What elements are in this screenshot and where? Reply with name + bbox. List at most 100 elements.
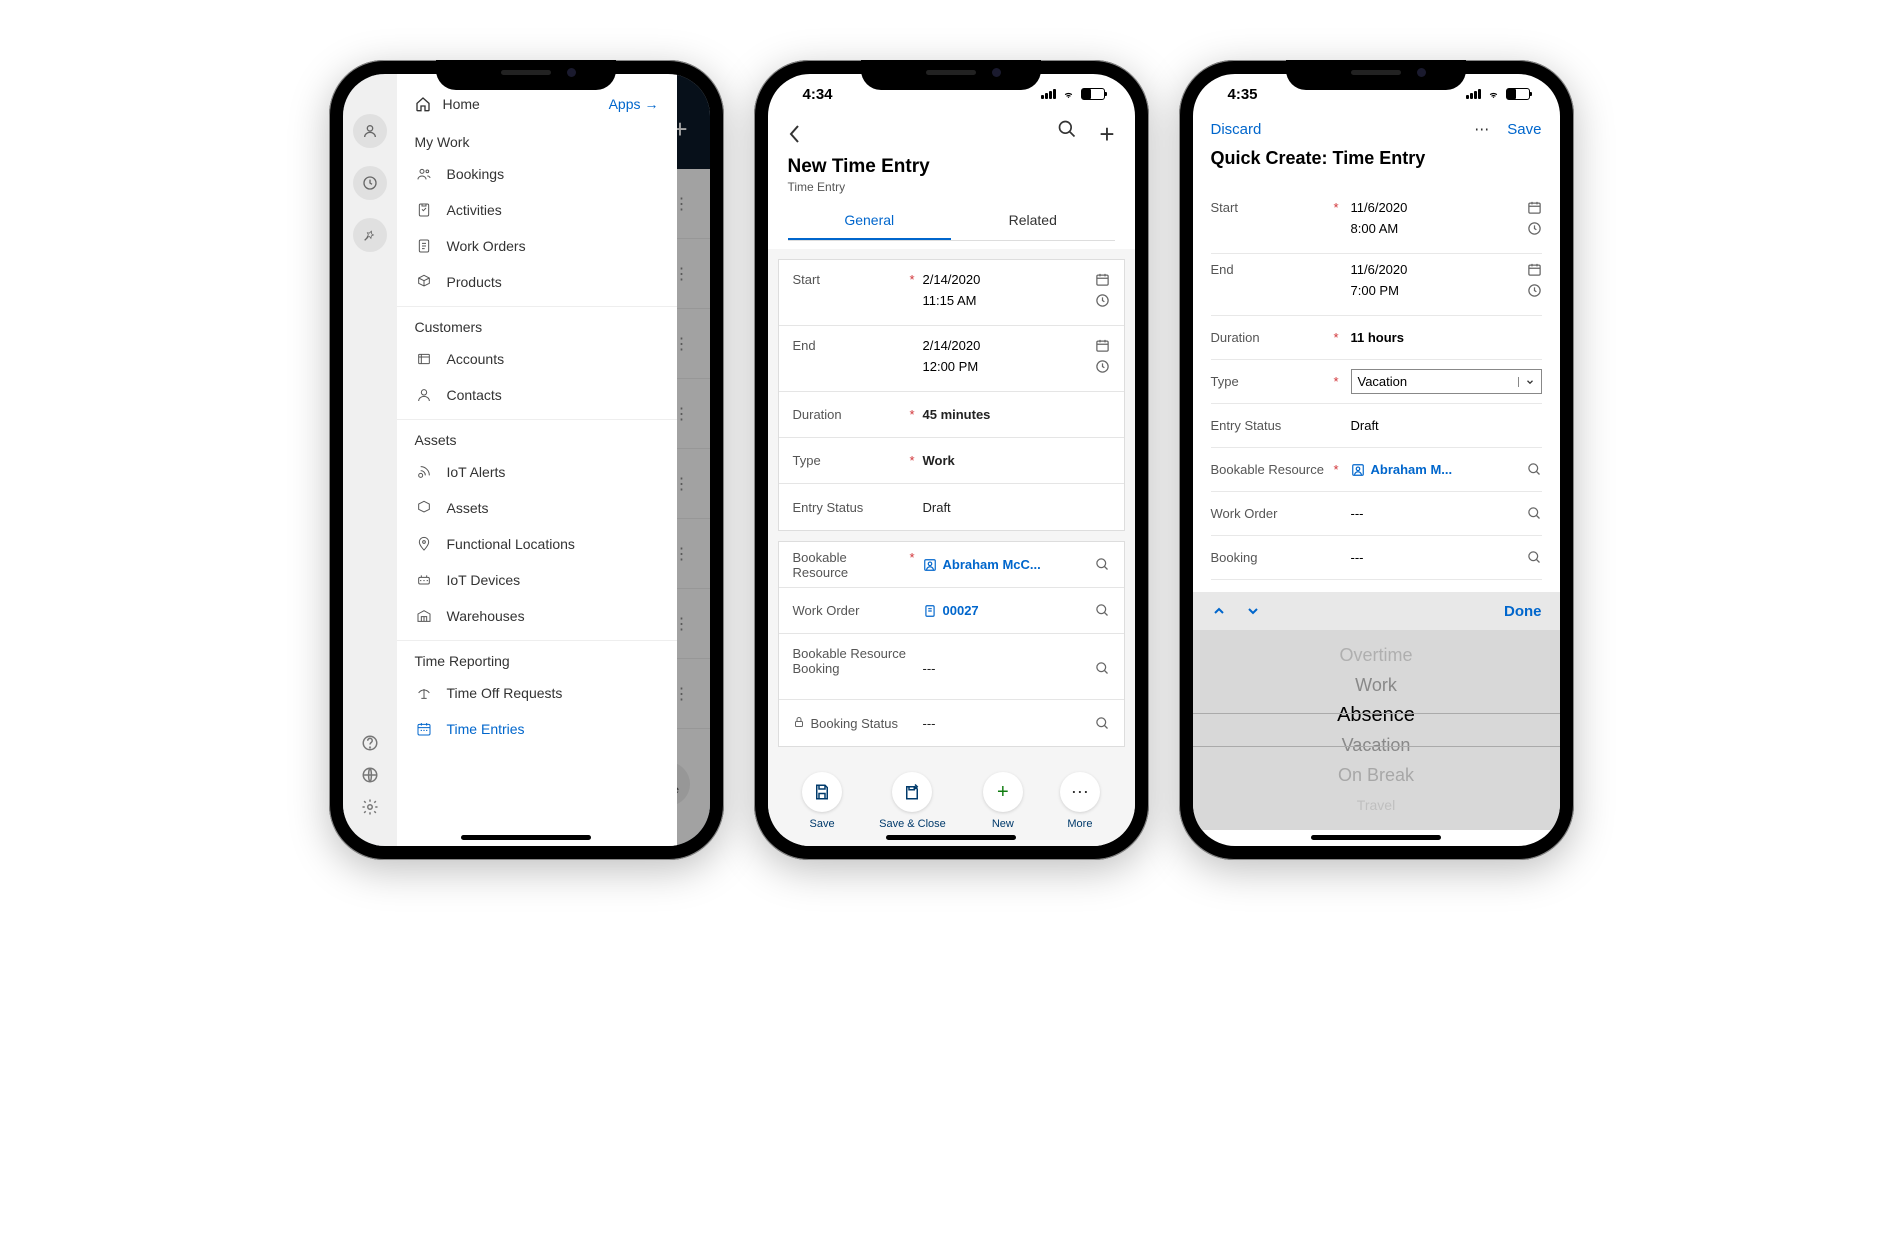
- nav-iotdevices[interactable]: IoT Devices: [397, 562, 677, 598]
- chevron-down-icon: [1518, 377, 1535, 387]
- tab-related[interactable]: Related: [951, 202, 1115, 240]
- section-customers: Customers: [397, 306, 677, 341]
- nav-warehouses[interactable]: Warehouses: [397, 598, 677, 634]
- battery-icon: [1081, 88, 1105, 100]
- nav-timeentries[interactable]: Time Entries: [397, 711, 677, 747]
- clock-icon[interactable]: [1527, 221, 1542, 236]
- field-status[interactable]: Entry StatusDraft: [1211, 404, 1542, 448]
- chevron-up-icon[interactable]: [1211, 603, 1227, 619]
- add-button[interactable]: +: [1099, 119, 1114, 150]
- contacts-icon: [415, 387, 433, 403]
- nav-bookings[interactable]: Bookings: [397, 156, 677, 192]
- search-icon[interactable]: [1527, 506, 1542, 521]
- clock-icon[interactable]: [1527, 283, 1542, 298]
- chevron-down-icon[interactable]: [1245, 603, 1261, 619]
- globe-icon[interactable]: [361, 766, 379, 784]
- clock-icon[interactable]: [353, 166, 387, 200]
- nav-locations[interactable]: Functional Locations: [397, 526, 677, 562]
- tab-general[interactable]: General: [788, 202, 952, 240]
- section-timereporting: Time Reporting: [397, 640, 677, 675]
- field-bookingstatus[interactable]: Booking Status---: [779, 700, 1124, 746]
- search-icon[interactable]: [1095, 661, 1110, 676]
- field-workorder[interactable]: Work Order---: [1211, 492, 1542, 536]
- nav-timeoffrequests[interactable]: Time Off Requests: [397, 675, 677, 711]
- save-button[interactable]: Save: [1507, 121, 1541, 138]
- calendar-icon[interactable]: [1095, 338, 1110, 353]
- profile-icon[interactable]: [353, 114, 387, 148]
- nav-assets[interactable]: Assets: [397, 490, 677, 526]
- nav-workorders[interactable]: Work Orders: [397, 228, 677, 264]
- header: + New Time Entry Time Entry General Rela…: [768, 114, 1135, 249]
- field-duration[interactable]: Duration*45 minutes: [779, 392, 1124, 438]
- clock-icon[interactable]: [1095, 293, 1110, 308]
- search-icon[interactable]: [1057, 119, 1077, 150]
- pin-icon[interactable]: [353, 218, 387, 252]
- timeentries-icon: [415, 721, 433, 737]
- more-icon[interactable]: ⋯: [1474, 120, 1489, 138]
- nav-contacts[interactable]: Contacts: [397, 377, 677, 413]
- form-card-2: Bookable Resource*Abraham McC... Work Or…: [778, 541, 1125, 747]
- resource-icon: [1351, 463, 1365, 477]
- field-type[interactable]: Type*Vacation: [1211, 360, 1542, 404]
- clock-icon[interactable]: [1095, 359, 1110, 374]
- timeoff-icon: [415, 685, 433, 701]
- page-subtitle: Time Entry: [788, 180, 1115, 194]
- page-title: Quick Create: Time Entry: [1193, 144, 1560, 179]
- iotalerts-icon: [415, 464, 433, 480]
- nav-home[interactable]: Home: [415, 96, 480, 112]
- back-button[interactable]: [788, 124, 800, 144]
- phone-2: 4:34 + New Time Entry Time Entry General…: [754, 60, 1149, 860]
- lock-icon: [793, 716, 805, 728]
- field-start[interactable]: Start* 11/6/2020 8:00 AM: [1211, 192, 1542, 254]
- field-end[interactable]: End 2/14/2020 12:00 PM: [779, 326, 1124, 392]
- status-time: 4:35: [1228, 86, 1258, 103]
- search-icon[interactable]: [1095, 557, 1110, 572]
- field-start[interactable]: Start* 2/14/2020 11:15 AM: [779, 260, 1124, 326]
- more-button[interactable]: ⋯More: [1060, 772, 1100, 830]
- signal-icon: [1041, 89, 1056, 99]
- calendar-icon[interactable]: [1095, 272, 1110, 287]
- page-title: New Time Entry: [788, 156, 1115, 178]
- field-status[interactable]: Entry StatusDraft: [779, 484, 1124, 530]
- calendar-icon[interactable]: [1527, 262, 1542, 277]
- home-icon: [415, 96, 431, 112]
- iotdevices-icon: [415, 572, 433, 588]
- picker-wheel[interactable]: Overtime Work Absence Vacation On Break …: [1193, 630, 1560, 830]
- save-close-button[interactable]: Save & Close: [879, 772, 946, 830]
- phone-3: 4:35 Discard ⋯ Save Quick Create: Time En…: [1179, 60, 1574, 860]
- search-icon[interactable]: [1527, 550, 1542, 565]
- field-bookableresource[interactable]: Bookable Resource*Abraham McC...: [779, 542, 1124, 588]
- field-workorder[interactable]: Work Order00027: [779, 588, 1124, 634]
- search-icon[interactable]: [1095, 603, 1110, 618]
- calendar-icon[interactable]: [1527, 200, 1542, 215]
- nav-iotalerts[interactable]: IoT Alerts: [397, 454, 677, 490]
- field-end[interactable]: End 11/6/2020 7:00 PM: [1211, 254, 1542, 316]
- apps-link[interactable]: Apps→: [609, 96, 659, 112]
- home-indicator: [886, 835, 1016, 840]
- search-icon[interactable]: [1095, 716, 1110, 731]
- done-button[interactable]: Done: [1504, 603, 1542, 620]
- nav-activities[interactable]: Activities: [397, 192, 677, 228]
- nav-products[interactable]: Products: [397, 264, 677, 300]
- locations-icon: [415, 536, 433, 552]
- gear-icon[interactable]: [361, 798, 379, 816]
- field-booking[interactable]: Booking---: [1211, 536, 1542, 580]
- new-button[interactable]: +New: [983, 772, 1023, 830]
- accounts-icon: [415, 351, 433, 367]
- field-type[interactable]: Type*Work: [779, 438, 1124, 484]
- phone-1: + ⋮⋮ ⋮⋮ ⋮⋮ ⋮⋮ ⋯More: [329, 60, 724, 860]
- home-indicator: [1311, 835, 1441, 840]
- wifi-icon: [1061, 89, 1076, 100]
- type-select[interactable]: Vacation: [1351, 369, 1542, 394]
- help-icon[interactable]: [361, 734, 379, 752]
- nav-accounts[interactable]: Accounts: [397, 341, 677, 377]
- assets-icon: [415, 500, 433, 516]
- field-duration[interactable]: Duration*11 hours: [1211, 316, 1542, 360]
- battery-icon: [1506, 88, 1530, 100]
- field-booking[interactable]: Bookable Resource Booking---: [779, 634, 1124, 700]
- search-icon[interactable]: [1527, 462, 1542, 477]
- field-resource[interactable]: Bookable Resource*Abraham M...: [1211, 448, 1542, 492]
- save-button[interactable]: Save: [802, 772, 842, 830]
- discard-button[interactable]: Discard: [1211, 121, 1262, 138]
- keyboard-accessory: Done: [1193, 592, 1560, 630]
